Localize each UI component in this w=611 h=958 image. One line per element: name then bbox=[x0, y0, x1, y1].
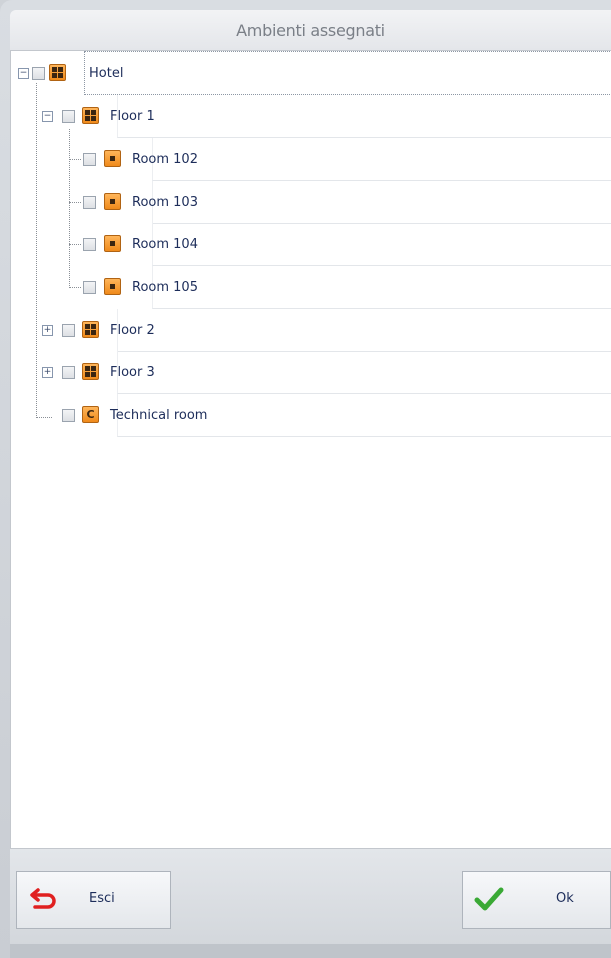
node-checkbox[interactable] bbox=[62, 409, 75, 422]
node-label: Room 104 bbox=[132, 237, 198, 252]
room-dot-icon bbox=[104, 235, 121, 252]
node-selection-box bbox=[84, 51, 611, 95]
checkmark-icon bbox=[473, 885, 505, 917]
floor-grid-icon bbox=[82, 363, 99, 380]
node-checkbox[interactable] bbox=[32, 67, 45, 80]
node-row-box bbox=[117, 95, 611, 138]
button-bar: Esci Ok bbox=[10, 848, 611, 945]
node-checkbox[interactable] bbox=[62, 110, 75, 123]
tree-node-room-105[interactable]: Room 105 bbox=[11, 266, 611, 309]
floor-grid-icon bbox=[82, 321, 99, 338]
ok-button-label: Ok bbox=[556, 891, 574, 906]
node-label: Floor 3 bbox=[110, 365, 155, 380]
technical-room-icon: C bbox=[82, 406, 99, 423]
exit-button[interactable]: Esci bbox=[16, 871, 171, 929]
node-row-box bbox=[152, 223, 611, 266]
node-checkbox[interactable] bbox=[83, 281, 96, 294]
node-row-box bbox=[152, 181, 611, 224]
tree-node-floor-2[interactable]: + Floor 2 bbox=[11, 309, 611, 352]
node-label: Floor 2 bbox=[110, 323, 155, 338]
node-row-box bbox=[117, 309, 611, 352]
node-checkbox[interactable] bbox=[83, 196, 96, 209]
rooms-tree[interactable]: − Hotel − Floor 1 Room 102 Room 103 Room… bbox=[10, 51, 611, 848]
node-row-box bbox=[152, 266, 611, 309]
tree-node-room-102[interactable]: Room 102 bbox=[11, 138, 611, 181]
building-grid-icon bbox=[49, 64, 66, 81]
node-label: Room 103 bbox=[132, 195, 198, 210]
node-checkbox[interactable] bbox=[83, 153, 96, 166]
dialog-title: Ambienti assegnati bbox=[10, 10, 611, 51]
node-row-box bbox=[152, 138, 611, 181]
tree-node-hotel[interactable]: − Hotel bbox=[11, 51, 611, 95]
node-checkbox[interactable] bbox=[83, 238, 96, 251]
node-label: Floor 1 bbox=[110, 109, 155, 124]
tree-node-room-104[interactable]: Room 104 bbox=[11, 223, 611, 266]
node-checkbox[interactable] bbox=[62, 324, 75, 337]
tree-node-room-103[interactable]: Room 103 bbox=[11, 181, 611, 224]
exit-button-label: Esci bbox=[89, 891, 115, 906]
floor-grid-icon bbox=[82, 107, 99, 124]
tree-node-floor-3[interactable]: + Floor 3 bbox=[11, 351, 611, 394]
node-checkbox[interactable] bbox=[62, 366, 75, 379]
room-dot-icon bbox=[104, 150, 121, 167]
node-label: Hotel bbox=[89, 66, 124, 81]
ok-button[interactable]: Ok bbox=[462, 871, 611, 929]
undo-arrow-icon bbox=[29, 886, 59, 916]
expand-icon[interactable]: + bbox=[42, 367, 53, 378]
technical-room-glyph: C bbox=[86, 408, 95, 421]
collapse-icon[interactable]: − bbox=[42, 111, 53, 122]
node-label: Room 105 bbox=[132, 280, 198, 295]
tree-node-floor-1[interactable]: − Floor 1 bbox=[11, 95, 611, 138]
collapse-icon[interactable]: − bbox=[18, 68, 29, 79]
room-dot-icon bbox=[104, 278, 121, 295]
expand-icon[interactable]: + bbox=[42, 325, 53, 336]
node-row-box bbox=[117, 351, 611, 394]
node-label: Room 102 bbox=[132, 152, 198, 167]
node-label: Technical room bbox=[110, 408, 208, 423]
window-bottom-edge bbox=[10, 944, 611, 958]
tree-node-technical-room[interactable]: C Technical room bbox=[11, 394, 611, 437]
assigned-rooms-dialog: Ambienti assegnati − Hotel − Floor 1 Roo… bbox=[0, 0, 611, 958]
room-dot-icon bbox=[104, 193, 121, 210]
